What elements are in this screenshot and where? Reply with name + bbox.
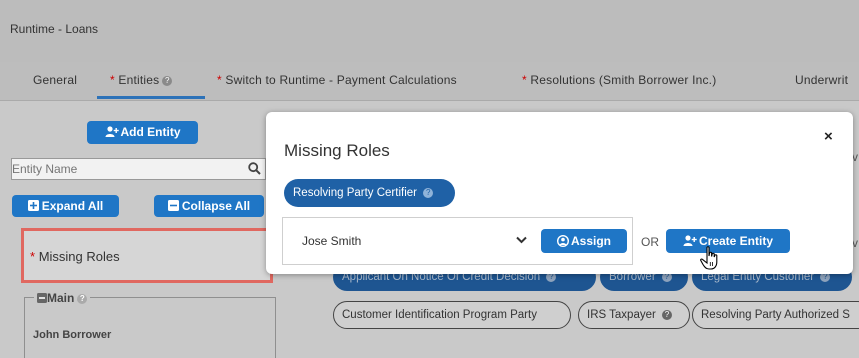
role-label: IRS Taxpayer bbox=[587, 309, 656, 321]
tab-resolutions[interactable]: * Resolutions (Smith Borrower Inc.) bbox=[522, 73, 716, 87]
help-icon: ? bbox=[662, 309, 673, 320]
chevron-down-icon bbox=[516, 236, 527, 244]
role-pill-resolving-party-certifier[interactable]: Resolving Party Certifier ? bbox=[284, 179, 455, 207]
tab-label: Resolutions (Smith Borrower Inc.) bbox=[530, 73, 717, 87]
required-marker: * bbox=[30, 249, 36, 264]
search-icon[interactable] bbox=[248, 162, 261, 175]
or-separator: OR bbox=[641, 235, 659, 249]
add-entity-button[interactable]: Add Entity bbox=[87, 121, 198, 144]
tab-entities[interactable]: * Entities? bbox=[110, 73, 173, 87]
missing-roles-label: Missing Roles bbox=[38, 249, 120, 264]
assign-label: Assign bbox=[570, 234, 611, 248]
required-marker: * bbox=[522, 73, 527, 87]
user-circle-icon bbox=[556, 234, 569, 248]
required-marker: * bbox=[217, 73, 222, 87]
missing-roles-text: * Missing Roles bbox=[30, 249, 120, 264]
entity-select[interactable]: Jose Smith bbox=[292, 228, 535, 254]
tab-label: Underwrit bbox=[795, 73, 849, 87]
expand-all-button[interactable]: Expand All bbox=[12, 195, 119, 217]
tab-general[interactable]: General bbox=[33, 73, 77, 87]
window-titlebar: Runtime - Loans bbox=[0, 0, 859, 63]
entity-search bbox=[11, 158, 266, 180]
tab-label: Entities bbox=[118, 73, 160, 87]
main-group-frame bbox=[24, 297, 276, 358]
role-pill-customer-identification[interactable]: Customer Identification Program Party bbox=[333, 301, 571, 329]
tab-switch-payment-calculations[interactable]: * Switch to Runtime - Payment Calculatio… bbox=[217, 73, 457, 87]
tab-label: General bbox=[33, 73, 78, 87]
hand-cursor-icon bbox=[700, 246, 718, 270]
add-user-icon bbox=[105, 126, 119, 137]
tab-bar: General * Entities? * Switch to Runtime … bbox=[0, 62, 859, 101]
role-pill-resolving-party-authorized[interactable]: Resolving Party Authorized S bbox=[692, 301, 859, 329]
tab-underwriting[interactable]: Underwrit bbox=[795, 73, 848, 87]
entity-search-input[interactable] bbox=[12, 159, 222, 179]
add-user-icon bbox=[683, 235, 697, 246]
expand-all-label: Expand All bbox=[41, 199, 104, 213]
collapse-all-button[interactable]: Collapse All bbox=[154, 195, 264, 217]
main-group-legend[interactable]: Main? bbox=[34, 291, 91, 305]
modal-title: Missing Roles bbox=[284, 141, 390, 160]
help-icon: ? bbox=[423, 187, 434, 198]
add-entity-label: Add Entity bbox=[120, 125, 181, 139]
main-group-label: Main bbox=[47, 291, 75, 305]
active-tab-indicator bbox=[97, 96, 205, 99]
required-marker: * bbox=[110, 73, 115, 87]
entity-select-value: Jose Smith bbox=[302, 234, 362, 248]
role-label: Customer Identification Program Party bbox=[342, 309, 537, 321]
help-icon: ? bbox=[77, 293, 88, 304]
entity-item-john-borrower[interactable]: John Borrower bbox=[33, 329, 111, 341]
role-pill-irs-taxpayer[interactable]: IRS Taxpayer ? bbox=[578, 301, 690, 329]
missing-roles-item[interactable]: * Missing Roles bbox=[21, 228, 273, 283]
assign-button[interactable]: Assign bbox=[541, 229, 627, 253]
collapse-all-label: Collapse All bbox=[181, 199, 251, 213]
minus-square-icon bbox=[37, 293, 47, 303]
role-label: Resolving Party Certifier bbox=[293, 187, 417, 199]
close-icon[interactable]: × bbox=[824, 128, 833, 145]
plus-square-icon bbox=[27, 200, 39, 211]
role-label: Resolving Party Authorized S bbox=[701, 309, 850, 321]
minus-square-icon bbox=[167, 200, 179, 211]
help-icon: ? bbox=[162, 75, 173, 86]
create-entity-button[interactable]: Create Entity bbox=[666, 229, 790, 253]
window-title: Runtime - Loans bbox=[10, 22, 99, 36]
tab-label: Switch to Runtime - Payment Calculations bbox=[225, 73, 457, 87]
